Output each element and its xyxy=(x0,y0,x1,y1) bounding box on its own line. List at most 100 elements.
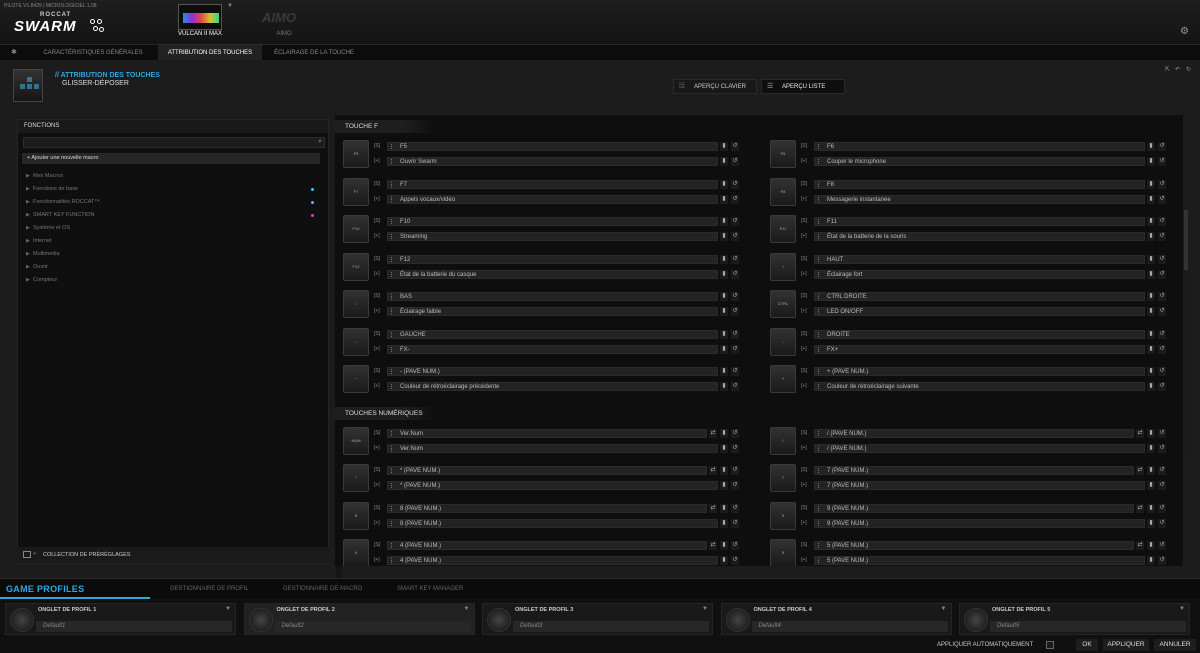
keycap[interactable]: * xyxy=(343,464,369,492)
keycap[interactable]: 7 xyxy=(770,464,796,492)
delete-icon[interactable]: ▮ xyxy=(1147,443,1155,453)
delete-icon[interactable]: ▮ xyxy=(720,157,728,166)
drag-handle-icon[interactable] xyxy=(818,256,820,262)
keycap[interactable]: / xyxy=(770,426,796,455)
drag-handle-icon[interactable] xyxy=(818,430,820,436)
secondary-function-field[interactable]: 7 (PAVE NUM.) xyxy=(814,481,1145,490)
delete-icon[interactable]: ▮ xyxy=(1147,466,1155,475)
function-category[interactable]: ▶ Système et OS xyxy=(26,223,322,233)
function-category[interactable]: ▶ Internet xyxy=(26,236,322,246)
reset-icon[interactable]: ↺ xyxy=(1158,541,1166,550)
reset-icon[interactable]: ↺ xyxy=(1158,217,1166,226)
secondary-function-field[interactable]: Ouvrir Swarm xyxy=(387,157,718,166)
tab-key-assignment[interactable]: ATTRIBUTION DES TOUCHES xyxy=(158,45,262,61)
secondary-function-field[interactable]: FX- xyxy=(387,344,718,354)
reset-icon[interactable]: ↺ xyxy=(731,556,739,565)
delete-icon[interactable]: ▮ xyxy=(720,443,728,453)
profile-name-input[interactable]: Default2 xyxy=(274,621,471,632)
delete-icon[interactable]: ▮ xyxy=(1147,142,1155,151)
delete-icon[interactable]: ▮ xyxy=(720,292,728,301)
drag-handle-icon[interactable] xyxy=(818,346,820,352)
drag-handle-icon[interactable] xyxy=(818,331,820,337)
reset-icon[interactable]: ↺ xyxy=(1158,307,1166,316)
reset-icon[interactable]: ↺ xyxy=(731,481,739,490)
primary-function-field[interactable]: HAUT xyxy=(814,254,1145,264)
delete-icon[interactable]: ▮ xyxy=(720,541,728,550)
reset-icon[interactable]: ↺ xyxy=(731,367,739,376)
keycap[interactable]: 5 xyxy=(770,539,796,566)
drag-handle-icon[interactable] xyxy=(818,483,820,488)
reset-icon[interactable]: ↺ xyxy=(731,518,739,528)
primary-function-field[interactable]: DROITE xyxy=(814,329,1145,339)
reset-icon[interactable]: ↺ xyxy=(731,292,739,301)
primary-function-field[interactable]: 8 (PAVE NUM.) xyxy=(387,503,707,513)
function-category[interactable]: ▶ Mes Macros xyxy=(26,171,322,181)
reset-icon[interactable]: ↺ xyxy=(1158,254,1166,264)
primary-function-field[interactable]: GAUCHE xyxy=(387,329,718,339)
drag-handle-icon[interactable] xyxy=(391,309,393,314)
keycap[interactable]: − xyxy=(343,365,369,393)
swap-icon[interactable]: ⇄ xyxy=(709,503,717,513)
secondary-function-field[interactable]: Éclairage fort xyxy=(814,269,1145,279)
secondary-function-field[interactable]: 8 (PAVE NUM.) xyxy=(387,518,718,528)
chevron-down-icon[interactable]: ▼ xyxy=(1179,606,1185,612)
keycap[interactable]: ↑ xyxy=(770,252,796,281)
swap-icon[interactable]: ⇄ xyxy=(1136,466,1144,475)
delete-icon[interactable]: ▮ xyxy=(720,232,728,241)
tab-key-lighting[interactable]: ÉCLAIRAGE DE LA TOUCHE xyxy=(262,45,366,61)
key-list-scrollbar[interactable] xyxy=(1184,210,1188,460)
reset-icon[interactable]: ↺ xyxy=(731,194,739,204)
add-macro-button[interactable]: + Ajouter une nouvelle macro xyxy=(22,153,320,164)
keycap[interactable]: → xyxy=(770,327,796,356)
keycap[interactable]: ↓ xyxy=(343,290,369,318)
drag-handle-icon[interactable] xyxy=(391,384,393,389)
secondary-function-field[interactable]: Streaming xyxy=(387,232,718,241)
profile-slot[interactable]: ONGLET DE PROFIL 2 ▼ Default2 xyxy=(243,603,475,635)
keycap[interactable]: F12 xyxy=(343,252,369,281)
reset-icon[interactable]: ↺ xyxy=(731,541,739,550)
delete-icon[interactable]: ▮ xyxy=(720,503,728,513)
profile-slot[interactable]: ONGLET DE PROFIL 4 ▼ Default4 xyxy=(720,603,952,635)
reset-icon[interactable]: ↺ xyxy=(731,503,739,513)
tab-smart-key-manager[interactable]: SMART KEY MANAGER xyxy=(397,586,463,592)
reset-icon[interactable]: ↺ xyxy=(731,179,739,189)
chevron-down-icon[interactable]: ▼ xyxy=(225,606,231,612)
drag-handle-icon[interactable] xyxy=(391,369,393,374)
drag-handle-icon[interactable] xyxy=(391,181,393,187)
reset-icon[interactable]: ↺ xyxy=(731,217,739,226)
drag-handle-icon[interactable] xyxy=(818,468,820,473)
delete-icon[interactable]: ▮ xyxy=(1147,503,1155,513)
drag-handle-icon[interactable] xyxy=(391,445,393,451)
drag-handle-icon[interactable] xyxy=(818,271,820,277)
preset-collection-bar[interactable]: + COLLECTION DE PRÉRÉGLAGES xyxy=(17,547,329,563)
pin-window-icon[interactable]: ⇱ xyxy=(1165,66,1170,73)
primary-function-field[interactable]: F7 xyxy=(387,179,718,189)
function-category[interactable]: ▶ Multimédia xyxy=(26,249,322,259)
keycap[interactable]: CTRL xyxy=(770,290,796,318)
drag-handle-icon[interactable] xyxy=(391,234,393,239)
primary-function-field[interactable]: F10 xyxy=(387,217,718,226)
drag-handle-icon[interactable] xyxy=(391,294,393,299)
delete-icon[interactable]: ▮ xyxy=(1147,428,1155,438)
keycap[interactable]: 4 xyxy=(343,539,369,566)
reset-icon[interactable]: ↺ xyxy=(731,428,739,438)
swap-icon[interactable]: ⇄ xyxy=(709,541,717,550)
secondary-function-field[interactable]: 9 (PAVE NUM.) xyxy=(814,518,1145,528)
secondary-function-field[interactable]: Ver.Num xyxy=(387,443,718,453)
delete-icon[interactable]: ▮ xyxy=(720,556,728,565)
keycap[interactable]: 8 xyxy=(343,501,369,530)
profile-name-input[interactable]: Default4 xyxy=(751,621,948,632)
profile-slot[interactable]: ONGLET DE PROFIL 1 ▼ Default1 xyxy=(5,603,236,635)
reset-icon[interactable]: ↺ xyxy=(1158,157,1166,166)
delete-icon[interactable]: ▮ xyxy=(1147,382,1155,391)
delete-icon[interactable]: ▮ xyxy=(720,344,728,354)
drag-handle-icon[interactable] xyxy=(391,256,393,262)
keycap[interactable]: NUM xyxy=(343,426,369,455)
tab-profile-manager[interactable]: GESTIONNAIRE DE PROFIL xyxy=(170,586,249,592)
swap-icon[interactable]: ⇄ xyxy=(1136,503,1144,513)
primary-function-field[interactable]: F8 xyxy=(814,179,1145,189)
keycap[interactable]: F6 xyxy=(770,140,796,168)
secondary-function-field[interactable]: Appels vocaux/vidéo xyxy=(387,194,718,204)
secondary-function-field[interactable]: Éclairage faible xyxy=(387,307,718,316)
function-category[interactable]: ▶ SMART KEY FUNCTION xyxy=(26,210,322,220)
